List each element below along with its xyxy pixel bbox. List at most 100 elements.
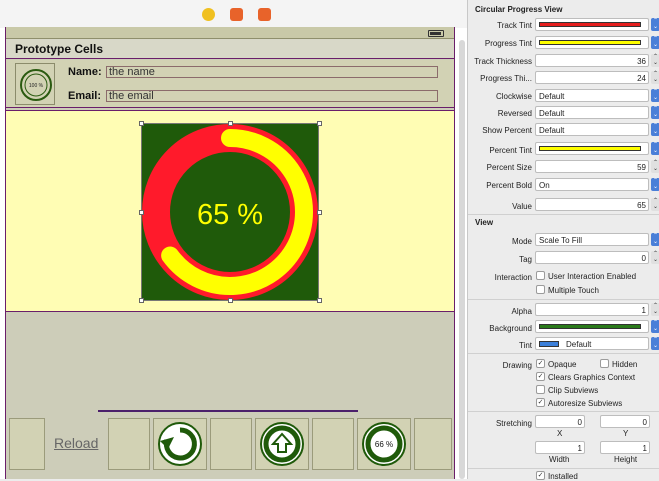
toolbar-slot[interactable] — [108, 418, 150, 470]
percent-size-field[interactable]: 59 — [535, 160, 649, 173]
battery-icon — [428, 30, 444, 37]
progress-tint-picker[interactable] — [535, 36, 649, 49]
mini-progress-icon: 100 % — [20, 69, 52, 101]
clip-subviews-checkbox[interactable] — [536, 385, 545, 394]
name-label: Name: — [68, 66, 102, 78]
scene-dock — [0, 0, 467, 28]
tag-stepper[interactable]: ⌃ ⌄ — [651, 251, 659, 264]
refresh-button[interactable] — [153, 418, 207, 470]
autoresize-checkbox[interactable]: ✓ — [536, 398, 545, 407]
user-interaction-label: User Interaction Enabled — [548, 272, 637, 281]
toolbar-slot[interactable] — [210, 418, 252, 470]
canvas-scrollbar[interactable] — [459, 40, 465, 479]
user-interaction-checkbox[interactable] — [536, 271, 545, 280]
tag-field[interactable]: 0 — [535, 251, 649, 264]
stretching-label: Stretching — [495, 419, 532, 428]
opaque-checkbox[interactable]: ✓ — [536, 359, 545, 368]
tag-value: 0 — [641, 254, 646, 263]
stretch-height-field[interactable]: 1 — [600, 441, 650, 454]
mini-progress-label: 100 % — [29, 83, 44, 89]
show-percent-select[interactable]: Default — [535, 123, 649, 136]
progress-thickness-field[interactable]: 24 — [535, 71, 649, 84]
value-field[interactable]: 65 — [535, 198, 649, 211]
status-bar — [6, 27, 454, 39]
resize-handle[interactable] — [139, 298, 144, 303]
progress-badge-label: 66 % — [375, 440, 393, 449]
background-label: Background — [489, 324, 532, 333]
alpha-stepper[interactable]: ⌃ ⌄ — [651, 303, 659, 316]
stretch-height-value: 1 — [642, 444, 647, 453]
show-percent-dropdown-arrow[interactable]: ⌃ ⌄ — [651, 123, 659, 136]
value-stepper[interactable]: ⌃ ⌄ — [651, 198, 659, 211]
attributes-inspector: Circular Progress View Track Tint ⌃ ⌄ Pro… — [467, 0, 659, 481]
resize-handle[interactable] — [228, 121, 233, 126]
toolbar-slot[interactable] — [9, 418, 45, 470]
toolbar-slot[interactable] — [312, 418, 354, 470]
stretch-width-field[interactable]: 1 — [535, 441, 585, 454]
percent-tint-picker[interactable] — [535, 142, 649, 155]
progress-badge-button[interactable]: 66 % — [357, 418, 411, 470]
stretch-width-caption: Width — [549, 455, 570, 464]
resize-handle[interactable] — [228, 298, 233, 303]
tint-dropdown-arrow[interactable]: ⌃ ⌄ — [651, 337, 659, 350]
stretch-y-field[interactable]: 0 — [600, 415, 650, 428]
upload-button[interactable] — [255, 418, 309, 470]
background-picker[interactable] — [535, 320, 649, 333]
resize-handle[interactable] — [317, 210, 322, 215]
section-divider — [468, 214, 659, 215]
resize-handle[interactable] — [139, 121, 144, 126]
circular-progress-view[interactable]: 65 % — [141, 123, 319, 301]
circular-progress-section-title: Circular Progress View — [475, 5, 563, 14]
percent-bold-dropdown-arrow[interactable]: ⌃ ⌄ — [651, 178, 659, 191]
reversed-dropdown-arrow[interactable]: ⌃ ⌄ — [651, 106, 659, 119]
stretch-x-field[interactable]: 0 — [535, 415, 585, 428]
toolbar-slot[interactable] — [414, 418, 452, 470]
email-field[interactable]: the email — [106, 90, 438, 102]
hidden-checkbox[interactable] — [600, 359, 609, 368]
resize-handle[interactable] — [317, 121, 322, 126]
multiple-touch-checkbox[interactable] — [536, 285, 545, 294]
first-responder-icon[interactable] — [230, 8, 243, 21]
stretch-height-caption: Height — [614, 455, 638, 464]
progress-thickness-stepper[interactable]: ⌃ ⌄ — [651, 71, 659, 84]
background-stepper[interactable]: ⌃ ⌄ — [651, 320, 659, 333]
reversed-select[interactable]: Default — [535, 106, 649, 119]
alpha-field[interactable]: 1 — [535, 303, 649, 316]
mode-select[interactable]: Scale To Fill — [535, 233, 649, 246]
cell-progress-thumbnail[interactable]: 100 % — [15, 63, 55, 105]
view-controller-icon[interactable] — [202, 8, 215, 21]
resize-handle[interactable] — [317, 298, 322, 303]
tint-label: Tint — [518, 341, 532, 350]
clockwise-select[interactable]: Default — [535, 89, 649, 102]
exit-icon[interactable] — [258, 8, 271, 21]
upload-icon — [260, 422, 304, 466]
percent-bold-select[interactable]: On — [535, 178, 649, 191]
table-view-controller-scene: Prototype Cells 100 % Name: the name Ema… — [5, 27, 455, 479]
section-divider — [468, 411, 659, 412]
track-thickness-field[interactable]: 36 — [535, 54, 649, 67]
clockwise-dropdown-arrow[interactable]: ⌃ ⌄ — [651, 89, 659, 102]
percent-size-stepper[interactable]: ⌃ ⌄ — [651, 160, 659, 173]
installed-label: Installed — [548, 472, 578, 481]
reversed-label: Reversed — [497, 109, 532, 118]
name-field[interactable]: the name — [106, 66, 438, 78]
percent-tint-stepper[interactable]: ⌃ ⌄ — [651, 142, 659, 155]
clockwise-label: Clockwise — [495, 92, 532, 101]
mode-dropdown-arrow[interactable]: ⌃ ⌄ — [651, 233, 659, 246]
clears-graphics-checkbox[interactable]: ✓ — [536, 372, 545, 381]
tint-picker[interactable]: Default — [535, 337, 649, 350]
value-label: Value — [512, 202, 532, 211]
prototype-cell-contact[interactable]: 100 % Name: the name Email: the email — [6, 60, 454, 108]
stretch-width-value: 1 — [577, 444, 582, 453]
progress-badge-icon: 66 % — [362, 422, 406, 466]
track-thickness-stepper[interactable]: ⌃ ⌄ — [651, 54, 659, 67]
show-percent-value: Default — [539, 126, 565, 135]
tint-swatch — [539, 341, 559, 347]
progress-tint-stepper[interactable]: ⌃ ⌄ — [651, 36, 659, 49]
autoresize-label: Autoresize Subviews — [548, 399, 623, 408]
reload-button[interactable]: Reload — [50, 418, 106, 470]
track-tint-stepper[interactable]: ⌃ ⌄ — [651, 18, 659, 31]
track-tint-picker[interactable] — [535, 18, 649, 31]
prototype-cell-progress[interactable]: 65 % — [6, 110, 454, 312]
resize-handle[interactable] — [139, 210, 144, 215]
